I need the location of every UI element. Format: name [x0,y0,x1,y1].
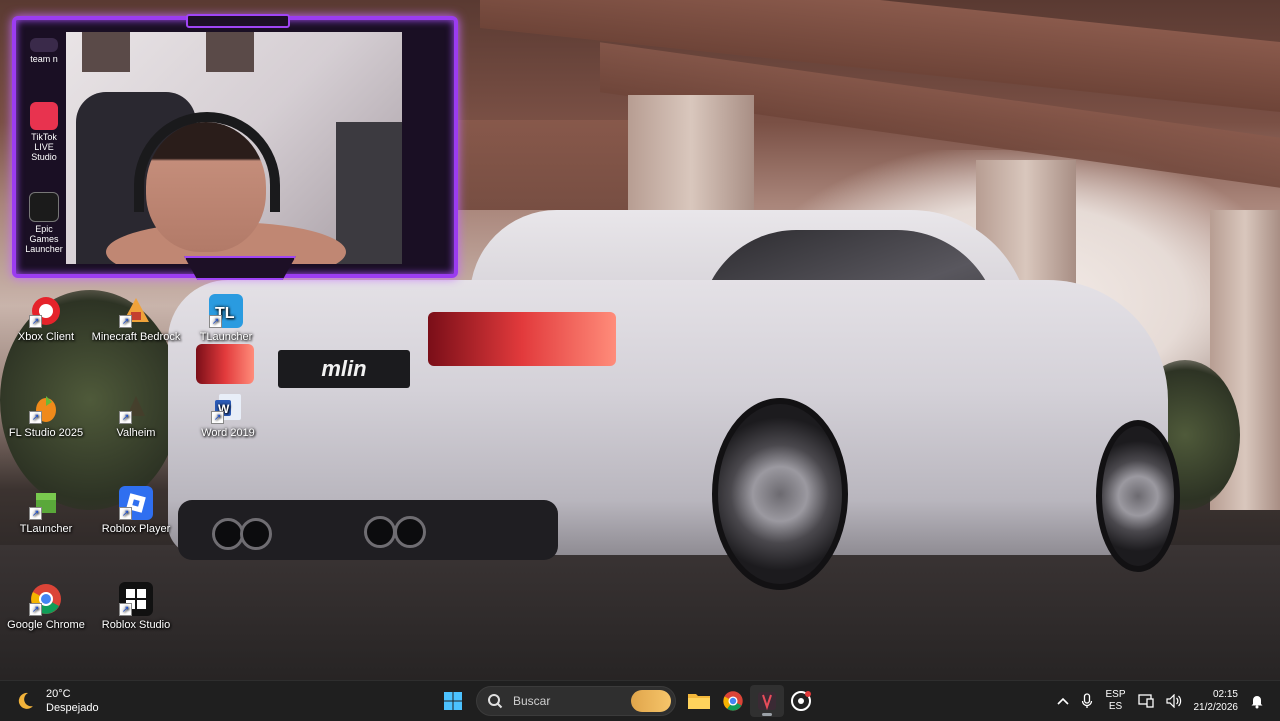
microphone-icon [1082,693,1093,708]
volume-icon [1165,694,1181,708]
word-icon: W ↗ [211,390,245,424]
desktop-icon-label: TLauncher [19,523,73,535]
system-tray: ESP ES 02:15 21/2/2026 [1051,685,1270,717]
desktop-icon-label: Google Chrome [7,619,85,631]
roblox-player-icon: ↗ [119,486,153,520]
tlauncher-icon: TL ↗ [209,294,243,328]
overlay-icon-label: TikTok LIVE Studio [31,132,57,162]
taskbar-clock[interactable]: 02:15 21/2/2026 [1194,688,1239,714]
team-icon [30,38,58,52]
desktop-icon-label: Xbox Client [17,331,75,343]
weather-temperature: 20°C [46,688,71,700]
valheim-icon: ↗ [119,390,153,424]
tiktok-live-icon [30,102,58,130]
desktop-icon-label: Word 2019 [201,427,255,439]
taskbar: 20°C Despejado Buscar ESP ES 02:15 21/2/… [0,680,1280,721]
desktop-icon-word[interactable]: W ↗ Word 2019 [182,390,274,440]
tlauncher-icon: ↗ [29,486,63,520]
overlay-icon-team: team n [22,38,66,64]
tray-microphone[interactable] [1081,693,1093,709]
taskbar-apps: Buscar [436,685,818,717]
roblox-studio-icon: ↗ [119,582,153,616]
overlay-icon-tiktok-live: TikTok LIVE Studio [22,102,66,162]
chrome-icon: ↗ [29,582,63,616]
search-highlight-icon [631,690,671,712]
car-taillight [428,312,616,366]
desktop-icon-label: Minecraft Bedrock [91,331,181,343]
xbox-client-icon: ↗ [29,294,63,328]
minecraft-bedrock-icon: ↗ [119,294,153,328]
tray-network[interactable] [1137,694,1154,708]
epic-games-icon [29,192,59,222]
desktop-icon-minecraft-bedrock[interactable]: ↗ Minecraft Bedrock [90,294,182,344]
car-wheel [1096,420,1180,572]
car-exhaust [240,518,272,550]
desktop-icon-xbox-client[interactable]: ↗ Xbox Client [0,294,92,344]
start-button[interactable] [436,685,470,717]
desktop-icon-label: Valheim [116,427,156,439]
desktop-icon-label: FL Studio 2025 [8,427,84,439]
car-license-plate: mlin [278,350,410,388]
language-indicator[interactable]: ESP ES [1105,689,1125,713]
desktop-icon-valheim[interactable]: ↗ Valheim [90,390,182,440]
overlay-icon-epic-games: Epic Games Launcher [22,192,66,254]
webcam-poster [82,32,130,72]
desktop-icon-label: Roblox Studio [101,619,171,631]
desktop-icon-roblox-studio[interactable]: ↗ Roblox Studio [90,582,182,632]
desktop-icon-tlauncher-2[interactable]: ↗ TLauncher [0,486,92,536]
desktop-icon-fl-studio[interactable]: ↗ FL Studio 2025 [0,390,92,440]
windows-start-icon [444,692,462,710]
car-exhaust [394,516,426,548]
app-icon [791,691,811,711]
folder-icon [688,694,710,709]
fl-studio-icon: ↗ [29,390,63,424]
weather-widget[interactable]: 20°C Despejado [14,685,99,717]
wallpaper-ground [0,545,1280,680]
moon-icon [18,692,33,709]
webcam-video [66,32,402,264]
desktop-icon-label: TLauncher [199,331,253,343]
taskbar-stream-app[interactable] [750,685,784,717]
taskbar-file-explorer[interactable] [682,685,716,717]
desktop-icon-google-chrome[interactable]: ↗ Google Chrome [0,582,92,632]
desktop-icon-label: Roblox Player [101,523,171,535]
webcam-overlay: team n TikTok LIVE Studio Epic Games Lau… [12,14,458,280]
tray-volume[interactable] [1165,694,1182,708]
car-wheel [712,398,848,590]
keyboard-layout: ES [1108,701,1123,712]
webcam-frame-tab [186,14,290,28]
chrome-icon [723,691,743,711]
search-placeholder: Buscar [513,694,551,708]
webcam-frame-bottom [184,256,296,280]
clock-date: 21/2/2026 [1193,702,1239,713]
weather-condition: Despejado [46,702,99,714]
overlay-icon-label: Epic Games Launcher [25,224,63,254]
language-code: ESP [1105,689,1126,700]
webcam-background-object [336,122,402,264]
monitor-network-icon [1137,694,1154,708]
taskbar-search-box[interactable]: Buscar [476,686,676,716]
webcam-background-icons: team n TikTok LIVE Studio Epic Games Lau… [22,32,63,262]
weather-text: 20°C Despejado [46,687,99,715]
car-exhaust [364,516,396,548]
search-icon [488,694,503,709]
desktop-icon-tlauncher-1[interactable]: TL ↗ TLauncher [180,294,272,344]
webcam-poster [206,32,254,72]
clock-time: 02:15 [1212,689,1238,700]
notification-button[interactable] [1250,693,1264,709]
stream-app-icon [758,692,776,711]
car-taillight [196,344,254,384]
bell-icon [1251,696,1263,709]
overlay-icon-label: team n [30,54,58,64]
tray-overflow-button[interactable] [1057,696,1070,706]
taskbar-app[interactable] [784,685,818,717]
chevron-up-icon [1057,697,1070,705]
desktop-icon-roblox-player[interactable]: ↗ Roblox Player [90,486,182,536]
taskbar-chrome[interactable] [716,685,750,717]
